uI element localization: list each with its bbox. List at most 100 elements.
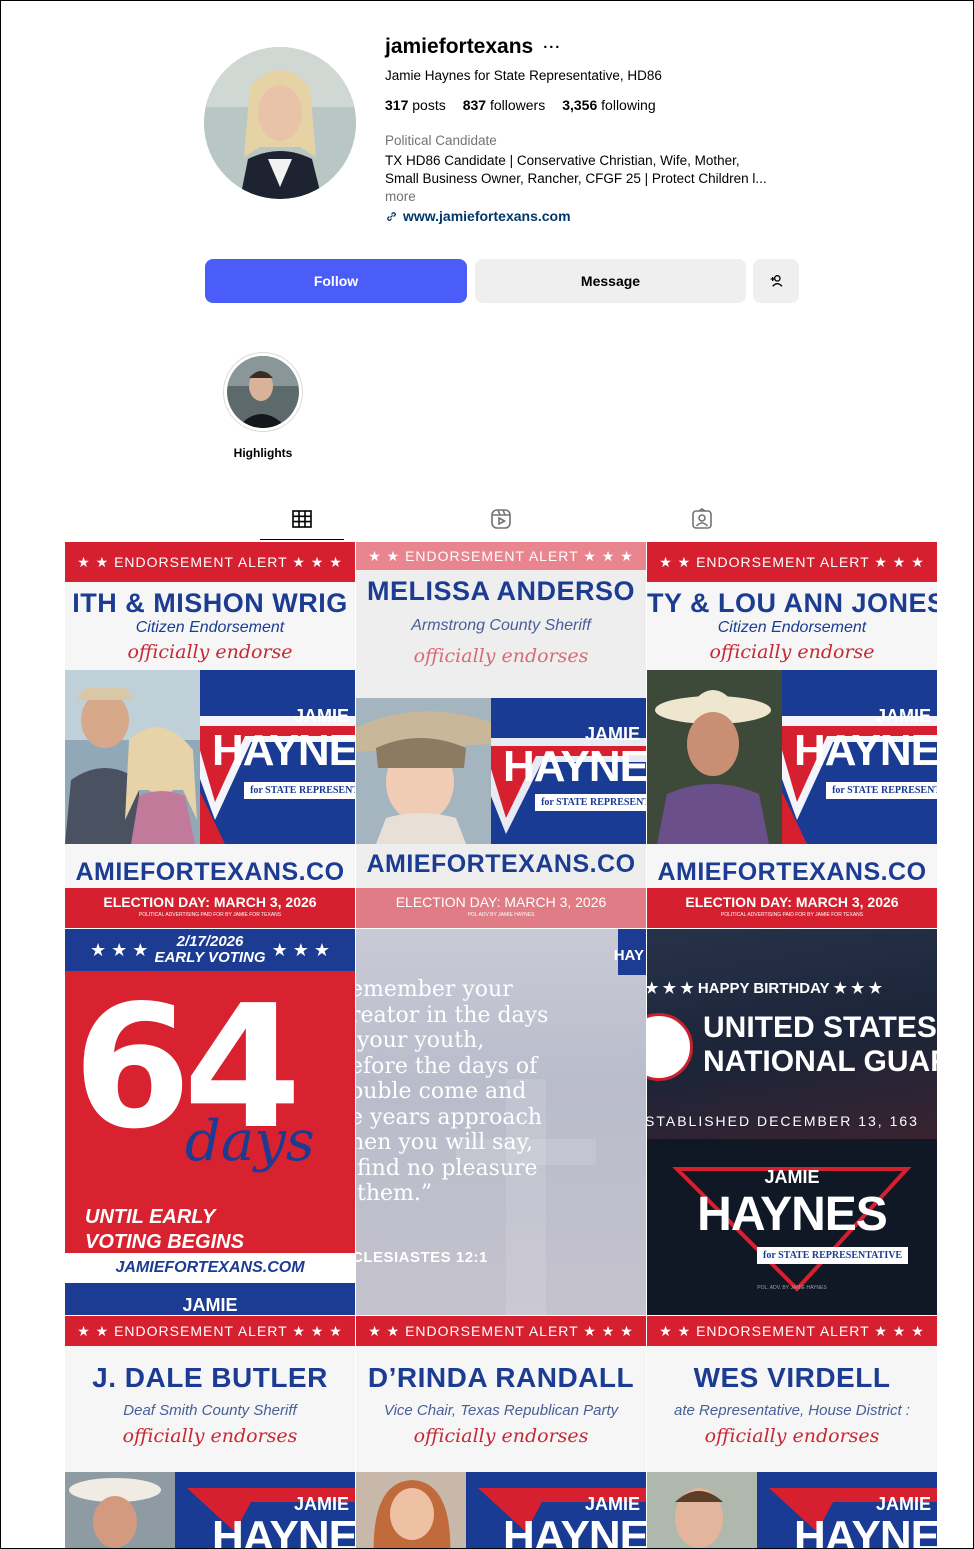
post-photo — [647, 670, 782, 844]
post-endorser-name: ITH & MISHON WRIG — [72, 588, 348, 618]
full-name: Jamie Haynes for State Representative, H… — [385, 68, 662, 83]
post-endorser-role: ate Representative, House District : — [674, 1402, 910, 1419]
post-haynes-logo: HAYNE — [794, 1512, 937, 1549]
post-banner: JAMIE HAYNE for STATE REPRESENT — [356, 698, 646, 844]
post-script: officially endorses — [413, 645, 589, 667]
post-endorser-role: Armstrong County Sheriff — [411, 617, 591, 634]
post-tile[interactable]: HAY emember your reator in the days your… — [356, 929, 646, 1315]
post-forstate: for STATE REPRESENT — [244, 782, 355, 799]
suggest-user-button[interactable] — [753, 259, 799, 303]
grid-icon — [292, 510, 312, 528]
post-haynes-logo: HAYNE — [503, 1512, 646, 1549]
post-tile[interactable]: ★ ★ ENDORSEMENT ALERT ★ ★ ★ D’RINDA RAND… — [356, 1316, 646, 1549]
highlight-label: Highlights — [233, 446, 293, 460]
post-tile[interactable]: ★ ★ ENDORSEMENT ALERT ★ ★ ★ TY & LOU ANN… — [647, 542, 937, 928]
reels-icon — [491, 509, 511, 529]
profile-page: jamiefortexans ··· Jamie Haynes for Stat… — [0, 0, 974, 1549]
post-banner: JAMIE HAYNE for STATE REPRESENT — [65, 670, 355, 844]
post-days-script: days — [185, 1109, 315, 1174]
post-established: STABLISHED DECEMBER 13, 163 — [647, 1113, 919, 1129]
more-options-icon[interactable]: ··· — [543, 39, 561, 56]
post-tile[interactable]: ★ ★ ENDORSEMENT ALERT ★ ★ ★ J. DALE BUTL… — [65, 1316, 355, 1549]
add-user-icon — [770, 275, 783, 287]
post-haynes-logo: HAYNE — [212, 726, 355, 775]
profile-category: Political Candidate — [385, 133, 497, 148]
highlight-item[interactable]: Highlights — [219, 352, 307, 460]
post-banner: JAMIE HAYNE — [356, 1472, 646, 1549]
username: jamiefortexans — [385, 35, 534, 58]
post-url: AMIEFORTEXANS.CO — [657, 858, 927, 886]
post-script: officially endorse — [127, 641, 293, 663]
follow-button[interactable]: Follow — [205, 259, 467, 303]
website-link[interactable]: www.jamiefortexans.com — [385, 208, 825, 224]
post-verse-text: emember your reator in the days your you… — [356, 977, 549, 1206]
post-haynes-logo: HAYNES — [697, 1188, 888, 1241]
post-photo — [356, 698, 491, 844]
post-tile[interactable]: ★ ★ ENDORSEMENT ALERT ★ ★ ★ MELISSA ANDE… — [356, 542, 646, 928]
post-banner: JAMIE HAYNE — [65, 1472, 355, 1549]
post-script: officially endorses — [704, 1425, 880, 1447]
post-haynes-logo: HAYNE — [212, 1512, 355, 1549]
post-election-day: ELECTION DAY: MARCH 3, 2026 POLITICAL AD… — [65, 888, 355, 928]
post-alert: ★ ★ ENDORSEMENT ALERT ★ ★ ★ — [356, 1316, 646, 1346]
posts-stat: 317 posts — [385, 97, 446, 113]
post-script: officially endorses — [122, 1425, 298, 1447]
post-haynes-logo: HAYNE — [503, 742, 646, 791]
post-alert: ★ ★ ENDORSEMENT ALERT ★ ★ ★ — [647, 1316, 937, 1346]
post-alert: ★ ★ ENDORSEMENT ALERT ★ ★ ★ — [356, 542, 646, 570]
post-forstate: for STATE REPRESENT — [826, 782, 937, 799]
post-endorser-name: D’RINDA RANDALL — [367, 1362, 635, 1393]
tagged-icon — [692, 508, 712, 529]
post-pol-adv: POL. ADV. BY JAMIE HAYNES — [757, 1285, 827, 1291]
post-footer-bar: JAMIE — [65, 1283, 355, 1315]
profile-bio: TX HD86 Candidate | Conservative Christi… — [385, 153, 767, 186]
post-endorser-role: Vice Chair, Texas Republican Party — [383, 1402, 619, 1419]
post-alert: ★ ★ ENDORSEMENT ALERT ★ ★ ★ — [65, 1316, 355, 1346]
post-verse-ref: CLESIASTES 12:1 — [356, 1249, 488, 1266]
post-birthday-text: ★ ★ ★ HAPPY BIRTHDAY ★ ★ ★ — [647, 980, 883, 997]
post-forstate: for STATE REPRESENT — [535, 794, 646, 811]
followers-stat[interactable]: 837 followers — [463, 97, 546, 113]
following-stat[interactable]: 3,356 following — [562, 97, 655, 113]
post-url: AMIEFORTEXANS.CO — [75, 858, 345, 886]
post-photo — [65, 670, 200, 844]
profile-info: jamiefortexans ··· Jamie Haynes for Stat… — [385, 35, 825, 224]
post-url: AMIEFORTEXANS.CO — [366, 850, 636, 878]
post-election-day: ELECTION DAY: MARCH 3, 2026 POL ADV BY J… — [356, 888, 646, 928]
post-script: officially endorses — [413, 1425, 589, 1447]
post-endorser-name: WES VIRDELL — [693, 1362, 891, 1393]
post-until-text: UNTIL EARLY VOTING BEGINS — [85, 1206, 244, 1253]
post-tile[interactable]: ★ ★ ENDORSEMENT ALERT ★ ★ ★ WES VIRDELL … — [647, 1316, 937, 1549]
bio-more-link[interactable]: more — [385, 189, 825, 204]
post-jamie-logo: JAMIE — [764, 1167, 820, 1187]
post-tile[interactable]: ★ ★ ENDORSEMENT ALERT ★ ★ ★ ITH & MISHON… — [65, 542, 355, 928]
tab-reels[interactable] — [489, 507, 513, 531]
post-alert: ★ ★ ENDORSEMENT ALERT ★ ★ ★ — [65, 542, 355, 582]
post-endorser-name: MELISSA ANDERSO — [366, 576, 636, 606]
post-endorser-name: J. DALE BUTLER — [92, 1362, 328, 1393]
post-tile[interactable]: ★ ★ ★ 2/17/2026 EARLY VOTING ★ ★ ★ 64 day… — [65, 929, 355, 1315]
post-endorser-role: Citizen Endorsement — [135, 619, 285, 636]
post-haynes-logo: HAYNE — [794, 726, 937, 775]
highlight-ring — [223, 352, 303, 432]
post-script: officially endorse — [709, 641, 875, 663]
tab-posts[interactable] — [290, 507, 314, 531]
post-logo-corner: HAY — [613, 947, 644, 964]
tab-tagged[interactable] — [690, 507, 714, 531]
post-early-voting-header: ★ ★ ★ 2/17/2026 EARLY VOTING ★ ★ ★ — [65, 929, 355, 971]
post-tile[interactable]: ★ ★ ★ HAPPY BIRTHDAY ★ ★ ★ UNITED STATES… — [647, 929, 937, 1315]
post-endorser-role: Deaf Smith County Sheriff — [123, 1402, 297, 1419]
post-url: JAMIEFORTEXANS.COM — [65, 1253, 355, 1283]
post-guard-title: UNITED STATES NATIONAL GUARI — [703, 1011, 937, 1078]
message-button[interactable]: Message — [475, 259, 746, 303]
post-alert: ★ ★ ENDORSEMENT ALERT ★ ★ ★ — [647, 542, 937, 582]
post-jamie-logo: JAMIE — [293, 706, 349, 726]
active-tab-indicator — [260, 539, 344, 540]
post-banner: JAMIE HAYNE — [647, 1472, 937, 1549]
post-jamie-logo: JAMIE — [875, 706, 931, 726]
post-endorser-name: TY & LOU ANN JONES — [647, 588, 937, 618]
profile-stats: 317 posts 837 followers 3,356 following — [385, 97, 825, 113]
post-banner: JAMIE HAYNE for STATE REPRESENT — [647, 670, 937, 844]
profile-avatar[interactable] — [204, 47, 356, 199]
link-icon — [387, 211, 396, 221]
